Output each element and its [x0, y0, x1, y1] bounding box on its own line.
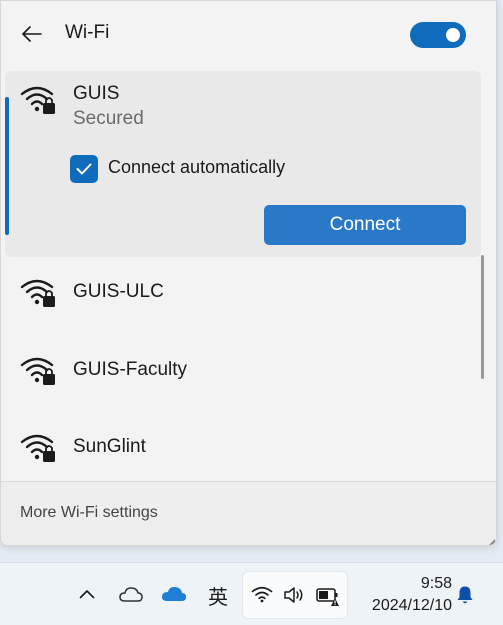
wifi-secured-icon	[20, 279, 55, 307]
wifi-icon	[251, 586, 273, 603]
scrollbar-thumb[interactable]	[481, 255, 484, 379]
screen: Wi-Fi GUIS Secured Connect automatically…	[0, 0, 503, 625]
onedrive-cloud-icon	[162, 587, 186, 601]
page-title: Wi-Fi	[65, 22, 110, 43]
ime-indicator[interactable]: 英	[204, 581, 232, 609]
battery-warning-icon	[316, 588, 339, 606]
taskbar: 英 9:58 2024/12/10	[0, 562, 503, 625]
network-name: GUIS-Faculty	[73, 359, 188, 380]
network-name: SunGlint	[73, 436, 146, 457]
chevron-up-icon	[79, 590, 95, 599]
connect-button[interactable]: Connect	[264, 205, 466, 245]
flyout-footer: More Wi-Fi settings	[1, 481, 496, 545]
clock[interactable]: 9:58 2024/12/10	[352, 573, 452, 617]
cloud-app-button[interactable]	[118, 582, 144, 606]
resize-grip-icon	[489, 539, 495, 545]
clock-date: 2024/12/10	[371, 597, 452, 614]
wifi-toggle[interactable]	[410, 22, 466, 48]
connect-automatically-checkbox[interactable]	[70, 155, 98, 183]
connect-automatically-label: Connect automatically	[108, 157, 286, 177]
network-item-sunglint[interactable]: SunGlint	[5, 412, 481, 482]
bell-icon	[457, 586, 473, 604]
cloud-outline-icon	[119, 587, 143, 602]
speaker-volume-icon	[284, 587, 303, 603]
more-wifi-settings-link[interactable]: More Wi-Fi settings	[20, 504, 158, 522]
network-item-guis[interactable]: GUIS Secured Connect automatically Conne…	[5, 71, 481, 257]
notifications-button[interactable]	[454, 583, 476, 607]
network-item-guis-faculty[interactable]: GUIS-Faculty	[5, 335, 481, 405]
clock-time: 9:58	[420, 575, 452, 592]
wifi-secured-icon	[20, 357, 55, 385]
wifi-flyout: Wi-Fi GUIS Secured Connect automatically…	[0, 0, 497, 546]
toggle-knob	[446, 28, 460, 42]
network-item-guis-ulc[interactable]: GUIS-ULC	[5, 257, 481, 327]
back-button[interactable]	[15, 19, 49, 49]
network-name: GUIS-ULC	[73, 281, 164, 302]
wifi-secured-icon	[20, 434, 55, 462]
wifi-secured-icon	[20, 86, 55, 114]
show-hidden-icons-button[interactable]	[76, 583, 98, 605]
selection-indicator	[5, 97, 9, 235]
arrow-left-icon	[22, 26, 42, 42]
onedrive-button[interactable]	[160, 582, 188, 606]
flyout-header: Wi-Fi	[1, 1, 496, 67]
network-status: Secured	[73, 108, 144, 129]
checkmark-icon	[76, 163, 92, 175]
network-name: GUIS	[73, 83, 120, 104]
network-list: GUIS Secured Connect automatically Conne…	[1, 69, 496, 481]
quick-settings-button[interactable]	[242, 571, 348, 619]
